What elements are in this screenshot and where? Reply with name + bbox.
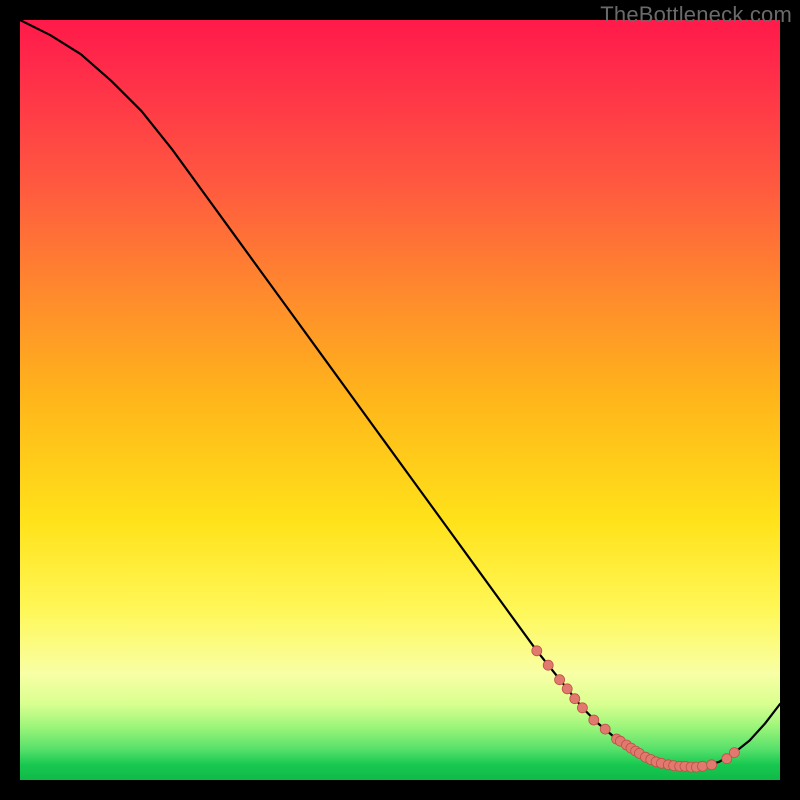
data-marker [562,684,572,694]
data-marker [698,761,708,771]
watermark-label: TheBottleneck.com [600,2,792,28]
marker-cluster [532,646,740,772]
data-marker [532,646,542,656]
chart-stage: TheBottleneck.com [0,0,800,800]
gradient-plot-area [20,20,780,780]
data-marker [729,748,739,758]
data-marker [570,694,580,704]
bottleneck-curve [20,20,780,767]
data-marker [543,660,553,670]
data-marker [577,703,587,713]
data-marker [707,760,717,770]
plot-overlay-svg [20,20,780,780]
data-marker [600,724,610,734]
data-marker [555,675,565,685]
data-marker [589,715,599,725]
